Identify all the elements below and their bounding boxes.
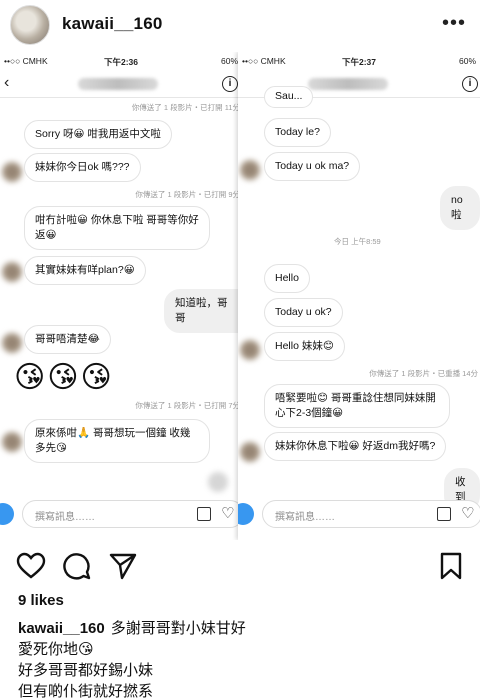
blurred-avatar	[2, 262, 22, 282]
caption-line: 但有啲仆街就好撚系	[18, 683, 154, 700]
message-input[interactable]: 撰寫訊息…… ♡	[22, 500, 242, 528]
post-action-bar	[0, 545, 480, 589]
blurred-avatar	[240, 160, 260, 180]
post-photo[interactable]: ••○○ CMHK 下午2:36 60% ‹ i 你傳送了 1 段影片・已打開 …	[0, 52, 480, 540]
message-bubble: 唔緊要啦😊 哥哥重諗住想同妹妹開心下2-3個鐘😀	[264, 384, 450, 428]
caption-username[interactable]: kawaii__160	[18, 620, 105, 637]
blurred-avatar	[240, 340, 260, 360]
avatar[interactable]	[10, 5, 50, 45]
blurred-avatar	[240, 442, 260, 462]
post-caption: kawaii__160 多謝哥哥對小妹甘好 愛死你地😘 好多哥哥都好錫小妹 但有啲…	[18, 618, 468, 700]
message-bubble: Sau...	[264, 86, 314, 108]
message-bubble: Today u ok ma?	[264, 152, 361, 181]
blurred-avatar	[2, 333, 22, 353]
caption-line: 好多哥哥都好錫小妹	[18, 662, 154, 679]
blurred-avatar	[2, 432, 22, 452]
caption-line: 愛死你地😘	[18, 641, 94, 658]
message-input[interactable]: 撰寫訊息…… ♡	[262, 500, 480, 528]
message-input-placeholder: 撰寫訊息……	[35, 512, 95, 523]
chat-header: ‹ i	[0, 70, 242, 98]
send-icon[interactable]	[108, 551, 138, 581]
caption-line: 多謝哥哥對小妹甘好	[110, 620, 246, 637]
message-bubble: Sorry 呀😀 咁我用返中文啦	[24, 120, 172, 149]
message-meta: 你傳送了 1 段影片・已打開 7分	[135, 401, 240, 410]
message-bubble: Hello	[264, 264, 310, 293]
camera-icon[interactable]	[238, 503, 254, 525]
time-divider: 今日 上午8:59	[334, 237, 381, 246]
message-bubble: 妹妹你休息下啦😀 好返dm我好嗎?	[264, 432, 447, 461]
blurred-avatar	[2, 162, 22, 182]
heart-outline-icon[interactable]: ♡	[221, 504, 234, 522]
emoji-message: 😘😘😘	[14, 361, 114, 394]
heart-icon[interactable]	[16, 551, 46, 581]
message-bubble: 原來係咁🙏 哥哥想玩一個鐘 收幾多先😘	[24, 419, 210, 463]
info-icon[interactable]: i	[462, 76, 478, 92]
message-meta: 你傳送了 1 段影片・已重播 14分	[369, 369, 478, 378]
camera-icon[interactable]	[0, 503, 14, 525]
image-icon[interactable]	[437, 507, 451, 521]
status-bar: ••○○ CMHK 下午2:36 60%	[0, 56, 242, 70]
battery-label: 60%	[220, 56, 238, 66]
more-horizontal-icon[interactable]: •••	[442, 13, 466, 33]
message-bubble: Hello 妹妹😊	[264, 332, 345, 361]
status-bar: ••○○ CMHK 下午2:37 60%	[238, 56, 480, 70]
status-time: 下午2:37	[341, 57, 376, 67]
message-bubble: Today u ok?	[264, 298, 343, 327]
chat-screenshot-right: ••○○ CMHK 下午2:37 60% i Sau... Today le? …	[238, 52, 480, 540]
message-bubble: 其實妹妹有咩plan?😀	[24, 256, 146, 285]
blurred-contact-name	[78, 78, 158, 90]
image-icon[interactable]	[197, 507, 211, 521]
bookmark-icon[interactable]	[436, 551, 466, 581]
message-input-placeholder: 撰寫訊息……	[275, 512, 335, 523]
post-header: kawaii__160 •••	[0, 0, 480, 50]
message-meta: 你傳送了 1 段影片・已打開 11分	[131, 103, 240, 112]
post-username[interactable]: kawaii__160	[62, 14, 163, 34]
comment-icon[interactable]	[62, 551, 92, 581]
message-meta: 你傳送了 1 段影片・已打開 9分	[135, 190, 240, 199]
battery-label: 60%	[458, 56, 476, 66]
sent-message-bubble: 知道啦，哥哥	[164, 289, 242, 333]
status-time: 下午2:36	[103, 57, 138, 67]
blurred-contact-name	[308, 78, 388, 90]
message-bubble: 妹妹你今日ok 嗎???	[24, 153, 141, 182]
message-bubble: Today le?	[264, 118, 331, 147]
message-bubble: 哥哥唔清楚😂	[24, 325, 111, 354]
back-chevron-icon[interactable]: ‹	[4, 74, 9, 92]
chat-screenshot-left: ••○○ CMHK 下午2:36 60% ‹ i 你傳送了 1 段影片・已打開 …	[0, 52, 242, 540]
likes-count[interactable]: 9 likes	[18, 592, 64, 609]
message-bubble: 咁冇計啦😀 你休息下啦 哥哥等你好返😀	[24, 206, 210, 250]
info-icon[interactable]: i	[222, 76, 238, 92]
sent-message-bubble: no啦	[440, 186, 480, 230]
blurred-avatar	[208, 472, 228, 492]
heart-outline-icon[interactable]: ♡	[461, 504, 474, 522]
